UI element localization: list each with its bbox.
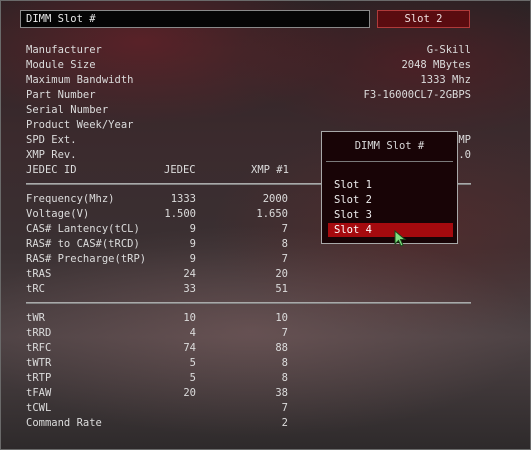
timing-label: RAS# Precharge(tRP) — [26, 253, 147, 265]
timing-label: tRAS — [26, 268, 52, 280]
dimm-slot-field: DIMM Slot # — [20, 10, 370, 28]
info-label: Serial Number — [26, 104, 109, 116]
timing-xmp-value: 20 — [275, 268, 288, 280]
info-value: G-Skill — [426, 44, 471, 56]
info-value: F3-16000CL7-2GBPS — [363, 89, 471, 101]
timing-jedec-value: 9 — [189, 253, 196, 265]
timing-jedec-value: 10 — [183, 312, 196, 324]
timing-row: tRRD 4 7 — [26, 327, 471, 342]
timing-jedec-value: 1333 — [170, 193, 196, 205]
popup-option-slot-4[interactable]: Slot 4 — [328, 223, 453, 237]
info-value: MP — [458, 134, 471, 146]
popup-title: DIMM Slot # — [354, 140, 425, 152]
timing-xmp-value: 38 — [275, 387, 288, 399]
header-label: JEDEC ID — [26, 164, 77, 176]
timing-xmp-value: 8 — [281, 357, 288, 369]
timing-label: RAS# to CAS#(tRCD) — [26, 238, 140, 250]
divider — [26, 302, 471, 304]
timing-label: CAS# Lantency(tCL) — [26, 223, 140, 235]
info-row-max-bandwidth: Maximum Bandwidth 1333 Mhz — [26, 74, 471, 89]
timing-label: Command Rate — [26, 417, 102, 429]
info-value: .0 — [458, 149, 471, 161]
timing-xmp-value: 8 — [281, 372, 288, 384]
timing-row: RAS# Precharge(tRP) 9 7 — [26, 253, 471, 268]
info-value: 1333 Mhz — [420, 74, 471, 86]
info-label: Product Week/Year — [26, 119, 134, 131]
timing-label: tFAW — [26, 387, 52, 399]
timing-row: tRTP 5 8 — [26, 372, 471, 387]
mouse-pointer-icon — [394, 230, 407, 247]
timing-label: tRFC — [26, 342, 52, 354]
popup-divider — [326, 161, 453, 162]
timing-xmp-value: 2 — [281, 417, 288, 429]
timing-jedec-value: 5 — [189, 372, 196, 384]
dimm-slot-popup: DIMM Slot # Slot 1 Slot 2 Slot 3 Slot 4 — [321, 131, 458, 244]
timing-jedec-value: 20 — [183, 387, 196, 399]
timing-label: tCWL — [26, 402, 52, 414]
info-label: Maximum Bandwidth — [26, 74, 134, 86]
timing-jedec-value: 1.500 — [164, 208, 196, 220]
header-xmp: XMP #1 — [251, 164, 289, 176]
timing-xmp-value: 51 — [275, 283, 288, 295]
timing-label: tRRD — [26, 327, 52, 339]
timing-label: tWR — [26, 312, 45, 324]
timing-row: tRFC 74 88 — [26, 342, 471, 357]
timing-xmp-value: 88 — [275, 342, 288, 354]
popup-option-slot-1[interactable]: Slot 1 — [328, 178, 453, 192]
timing-jedec-value: 4 — [189, 327, 196, 339]
timing-row: tRC 33 51 — [26, 283, 471, 298]
timing-jedec-value: 9 — [189, 238, 196, 250]
timing-xmp-value: 8 — [281, 238, 288, 250]
info-label: Module Size — [26, 59, 96, 71]
timing-row: tFAW 20 38 — [26, 387, 471, 402]
timing-row: tRAS 24 20 — [26, 268, 471, 283]
info-label: Part Number — [26, 89, 96, 101]
timing-row: tWTR 5 8 — [26, 357, 471, 372]
timing-xmp-value: 1.650 — [256, 208, 288, 220]
info-row-part-number: Part Number F3-16000CL7-2GBPS — [26, 89, 471, 104]
timing-label: Frequency(Mhz) — [26, 193, 115, 205]
timing-jedec-value: 5 — [189, 357, 196, 369]
slot-select-button[interactable]: Slot 2 — [377, 10, 470, 28]
info-row-manufacturer: Manufacturer G-Skill — [26, 44, 471, 59]
timing-xmp-value: 7 — [281, 327, 288, 339]
timing-xmp-value: 7 — [281, 223, 288, 235]
timing-label: tWTR — [26, 357, 52, 369]
timing-xmp-value: 7 — [281, 402, 288, 414]
timing-label: Voltage(V) — [26, 208, 90, 220]
info-label: XMP Rev. — [26, 149, 77, 161]
info-value: 2048 MBytes — [401, 59, 471, 71]
timing-jedec-value: 24 — [183, 268, 196, 280]
timing-label: tRC — [26, 283, 45, 295]
header-jedec: JEDEC — [164, 164, 196, 176]
bios-spd-panel: DIMM Slot # Slot 2 Manufacturer G-Skill … — [0, 0, 531, 450]
timing-xmp-value: 2000 — [262, 193, 288, 205]
timing-row: tWR 10 10 — [26, 312, 471, 327]
timing-xmp-value: 7 — [281, 253, 288, 265]
timing-row: tCWL 7 — [26, 402, 471, 417]
info-row-module-size: Module Size 2048 MBytes — [26, 59, 471, 74]
timing-jedec-value: 74 — [183, 342, 196, 354]
timing-row: Command Rate 2 — [26, 417, 471, 432]
dimm-slot-label: DIMM Slot # — [26, 13, 96, 25]
info-row-serial-number: Serial Number — [26, 104, 471, 119]
timing-label: tRTP — [26, 372, 52, 384]
timing-jedec-value: 9 — [189, 223, 196, 235]
info-label: Manufacturer — [26, 44, 102, 56]
info-label: SPD Ext. — [26, 134, 77, 146]
timing-xmp-value: 10 — [275, 312, 288, 324]
popup-option-slot-3[interactable]: Slot 3 — [328, 208, 453, 222]
popup-option-slot-2[interactable]: Slot 2 — [328, 193, 453, 207]
timing-jedec-value: 33 — [183, 283, 196, 295]
